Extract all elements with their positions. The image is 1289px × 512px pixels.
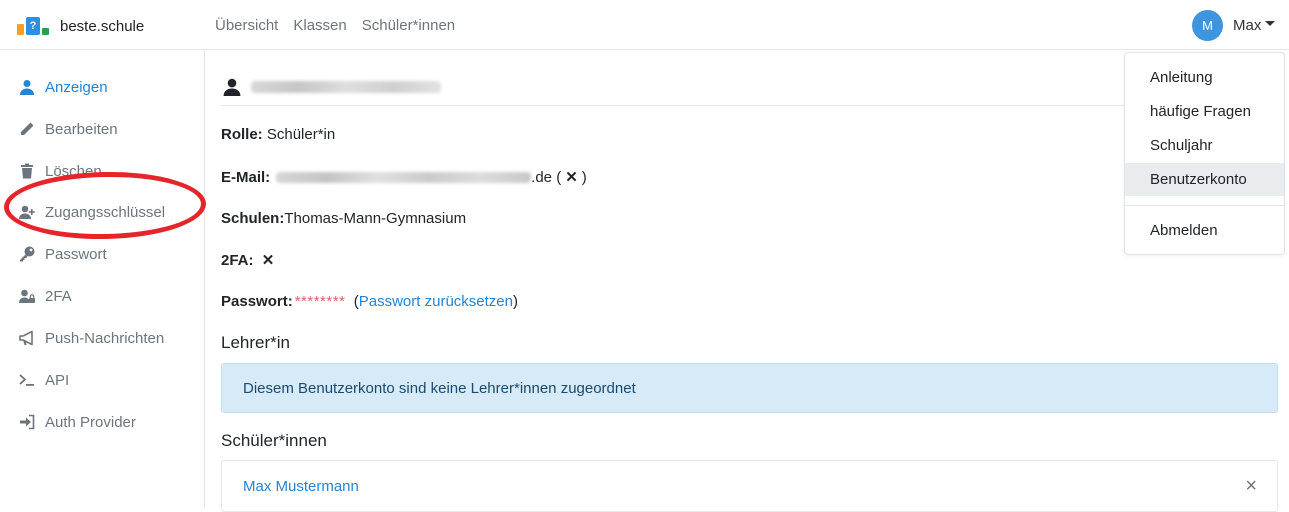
password-link-close: ) xyxy=(512,293,518,310)
sidebar-item-label: Passwort xyxy=(45,245,107,263)
sidebar-item-label: Anzeigen xyxy=(45,78,108,96)
nav-link-schuelerinnen[interactable]: Schüler*innen xyxy=(362,17,455,34)
alert-text: Diesem Benutzerkonto sind keine Lehrer*i… xyxy=(243,379,636,397)
twofa-disabled-icon: ✕ xyxy=(261,252,275,269)
sidebar-item-bearbeiten[interactable]: Bearbeiten xyxy=(18,117,118,141)
key-icon xyxy=(18,245,36,263)
menu-item-abmelden[interactable]: Abmelden xyxy=(1125,214,1284,247)
brand-name: beste.schule xyxy=(60,17,145,35)
sidebar-item-label: Bearbeiten xyxy=(45,120,118,138)
dropdown-divider xyxy=(1125,205,1284,206)
sidebar-item-api[interactable]: API xyxy=(18,368,69,392)
sidebar-item-push-nachrichten[interactable]: Push-Nachrichten xyxy=(18,326,164,350)
sidebar-item-label: Auth Provider xyxy=(45,413,136,431)
user-icon xyxy=(18,78,36,96)
sidebar-item-auth-provider[interactable]: Auth Provider xyxy=(18,410,136,434)
email-row: E-Mail: .de ( ✕ ) xyxy=(221,168,587,187)
teachers-heading: Lehrer*in xyxy=(221,333,290,352)
user-dropdown-menu: Anleitung häufige Fragen Schuljahr Benut… xyxy=(1124,52,1285,255)
user-name: Max xyxy=(1233,17,1262,34)
email-close: ) xyxy=(581,168,587,186)
email-label: E-Mail: xyxy=(221,168,271,186)
schools-label: Schulen: xyxy=(221,210,285,227)
caret-down-icon xyxy=(1265,21,1276,26)
password-value: ******** xyxy=(294,293,346,310)
sign-in-icon xyxy=(18,413,36,431)
menu-item-schuljahr[interactable]: Schuljahr xyxy=(1125,129,1284,162)
sidebar-item-label: API xyxy=(45,371,70,389)
megaphone-icon xyxy=(18,329,36,347)
sidebar-item-passwort[interactable]: Passwort xyxy=(18,242,107,266)
username-redacted xyxy=(251,81,441,93)
reset-password-link[interactable]: Passwort zurücksetzen xyxy=(359,293,513,310)
brand-link[interactable]: ? beste.schule xyxy=(17,15,144,37)
schools-value: Thomas-Mann-Gymnasium xyxy=(284,210,467,227)
user-menu-toggle[interactable]: M Max xyxy=(1192,10,1276,41)
role-value: Schüler*in xyxy=(266,126,336,143)
password-row: Passwort: ******** (Passwort zurücksetze… xyxy=(221,293,518,310)
main-nav: Übersicht Klassen Schüler*innen xyxy=(215,17,455,34)
email-unverified-icon: ✕ xyxy=(565,169,578,186)
twofa-label: 2FA: xyxy=(221,251,254,269)
email-suffix: .de ( xyxy=(531,168,562,186)
sidebar-item-anzeigen[interactable]: Anzeigen xyxy=(18,75,108,99)
sidebar: Anzeigen Bearbeiten Löschen Zugangsschlü… xyxy=(0,50,205,508)
role-label: Rolle: xyxy=(221,126,263,143)
password-label: Passwort: xyxy=(221,293,293,310)
user-icon xyxy=(223,78,241,96)
divider xyxy=(221,105,1141,106)
sidebar-item-2fa[interactable]: 2FA xyxy=(18,284,72,308)
list-item: Max Mustermann × xyxy=(221,460,1278,512)
terminal-icon xyxy=(18,371,36,389)
menu-item-benutzerkonto[interactable]: Benutzerkonto xyxy=(1125,163,1284,196)
email-redacted xyxy=(276,171,532,183)
student-link[interactable]: Max Mustermann xyxy=(243,478,359,495)
twofa-row: 2FA: ✕ xyxy=(221,251,278,270)
teachers-empty-alert: Diesem Benutzerkonto sind keine Lehrer*i… xyxy=(221,363,1278,413)
user-lock-icon xyxy=(18,287,36,305)
students-heading: Schüler*innen xyxy=(221,431,327,450)
sidebar-item-label: Push-Nachrichten xyxy=(45,329,165,347)
close-icon[interactable]: × xyxy=(1245,475,1257,498)
sidebar-item-label: 2FA xyxy=(45,287,72,305)
pencil-icon xyxy=(18,120,36,138)
menu-item-anleitung[interactable]: Anleitung xyxy=(1125,61,1284,94)
schools-row: Schulen: Thomas-Mann-Gymnasium xyxy=(221,210,466,227)
main-content: Rolle: Schüler*in E-Mail: .de ( ✕ ) Schu… xyxy=(221,50,1279,512)
top-navbar: ? beste.schule Übersicht Klassen Schüler… xyxy=(0,0,1289,50)
nav-link-uebersicht[interactable]: Übersicht xyxy=(215,17,278,34)
logo: ? xyxy=(17,16,51,36)
avatar: M xyxy=(1192,10,1223,41)
trash-icon xyxy=(18,162,36,180)
menu-item-haeufige-fragen[interactable]: häufige Fragen xyxy=(1125,95,1284,128)
nav-link-klassen[interactable]: Klassen xyxy=(293,17,346,34)
role-row: Rolle: Schüler*in xyxy=(221,126,335,143)
